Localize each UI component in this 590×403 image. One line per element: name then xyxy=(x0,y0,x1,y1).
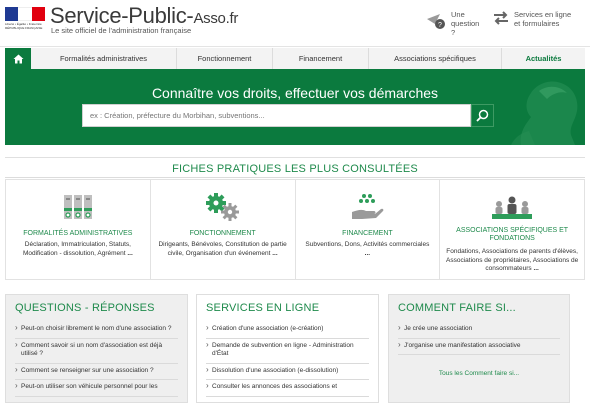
card-description: Fondations, Associations de parents d'él… xyxy=(446,248,579,272)
exchange-arrows-icon xyxy=(494,11,508,25)
money-hand-icon xyxy=(296,188,440,226)
binders-icon xyxy=(6,188,150,226)
site-header: Liberté • Égalité • Fraternité RÉPUBLIQU… xyxy=(0,0,590,46)
svg-text:?: ? xyxy=(438,22,442,29)
nav-item-formalites[interactable]: Formalités administratives xyxy=(31,48,177,69)
services-label: Services en ligne et formulaires xyxy=(514,10,572,28)
card-title: FINANCEMENT xyxy=(342,230,393,237)
services-block: SERVICES EN LIGNE Création d'une associa… xyxy=(196,294,379,403)
brand-asso: Asso xyxy=(193,10,226,27)
question-item[interactable]: Peut-on utiliser son véhicule personnel … xyxy=(15,380,178,397)
question-link[interactable]: ? Une question ? xyxy=(425,10,487,37)
search-input[interactable] xyxy=(83,105,470,126)
group-icon xyxy=(440,188,584,226)
marianne-logo[interactable]: Liberté • Égalité • Fraternité RÉPUBLIQU… xyxy=(5,7,45,35)
home-icon xyxy=(13,54,23,63)
card-title: FORMALITÉS ADMINISTRATIVES xyxy=(23,230,133,237)
french-flag-icon xyxy=(5,7,45,21)
card-financement[interactable]: FINANCEMENT Subventions, Dons, Activités… xyxy=(295,180,441,279)
main-nav: Formalités administratives Fonctionnemen… xyxy=(5,48,585,71)
card-title: FONCTIONNEMENT xyxy=(189,230,256,237)
comment-item[interactable]: J'organise une manifestation associative xyxy=(398,339,560,355)
brand-main: Service-Public- xyxy=(50,3,194,28)
all-comment-faire-link[interactable]: Tous les Comment faire si... xyxy=(389,370,569,377)
question-item[interactable]: Peut-on choisir librement le nom d'une a… xyxy=(15,322,178,339)
card-formalites[interactable]: FORMALITÉS ADMINISTRATIVES Déclaration, … xyxy=(6,180,151,279)
service-item[interactable]: Dissolution d'une association (e-dissolu… xyxy=(206,364,369,380)
questions-title: QUESTIONS - RÉPONSES xyxy=(15,302,155,314)
card-description: Subventions, Dons, Activités commerciale… xyxy=(305,241,430,257)
brand-tld: .fr xyxy=(225,10,239,27)
fiches-cards: FORMALITÉS ADMINISTRATIVES Déclaration, … xyxy=(5,179,585,280)
question-item[interactable]: Comment se renseigner sur une associatio… xyxy=(15,364,178,380)
card-title: ASSOCIATIONS SPÉCIFIQUES ET FONDATIONS xyxy=(456,227,569,242)
service-item[interactable]: Demande de subvention en ligne - Adminis… xyxy=(206,339,369,364)
services-title: SERVICES EN LIGNE xyxy=(206,302,320,314)
gears-icon xyxy=(151,188,295,226)
search-icon xyxy=(476,109,489,122)
services-link[interactable]: Services en ligne et formulaires xyxy=(492,10,587,28)
header-divider xyxy=(0,46,590,47)
card-associations-specifiques[interactable]: ASSOCIATIONS SPÉCIFIQUES ET FONDATIONS F… xyxy=(440,180,584,279)
nav-item-associations-specifiques[interactable]: Associations spécifiques xyxy=(369,48,502,69)
republic-text: Liberté • Égalité • Fraternité RÉPUBLIQU… xyxy=(5,22,43,30)
site-tagline: Le site officiel de l'administration fra… xyxy=(51,26,192,35)
section-divider xyxy=(5,157,585,158)
search-banner: Connaître vos droits, effectuer vos déma… xyxy=(5,71,585,145)
question-icon: ? xyxy=(427,14,445,29)
card-description: Dirigeants, Bénévoles, Constitution de p… xyxy=(158,241,287,257)
comment-faire-title: COMMENT FAIRE SI... xyxy=(398,302,516,314)
question-label: Une question ? xyxy=(451,10,480,37)
nav-home[interactable] xyxy=(5,48,31,69)
fiches-divider xyxy=(5,177,585,178)
questions-block: QUESTIONS - RÉPONSES Peut-on choisir lib… xyxy=(5,294,188,403)
page: Liberté • Égalité • Fraternité RÉPUBLIQU… xyxy=(0,0,590,403)
card-fonctionnement[interactable]: FONCTIONNEMENT Dirigeants, Bénévoles, Co… xyxy=(150,180,296,279)
service-item[interactable]: Consulter les annonces des associations … xyxy=(206,380,369,397)
nav-item-financement[interactable]: Financement xyxy=(273,48,369,69)
nav-item-actualites[interactable]: Actualités xyxy=(502,48,585,69)
comment-item[interactable]: Je crée une association xyxy=(398,322,560,339)
service-item[interactable]: Création d'une association (e-création) xyxy=(206,322,369,339)
marianne-silhouette-icon xyxy=(511,81,578,145)
search-box xyxy=(82,104,471,127)
comment-faire-block: COMMENT FAIRE SI... Je crée une associat… xyxy=(388,294,570,403)
card-description: Déclaration, Immatriculation, Statuts, M… xyxy=(22,241,133,257)
question-item[interactable]: Comment savoir si un nom d'association e… xyxy=(15,339,178,364)
nav-item-fonctionnement[interactable]: Fonctionnement xyxy=(177,48,273,69)
fiches-title: FICHES PRATIQUES LES PLUS CONSULTÉES xyxy=(172,163,418,175)
